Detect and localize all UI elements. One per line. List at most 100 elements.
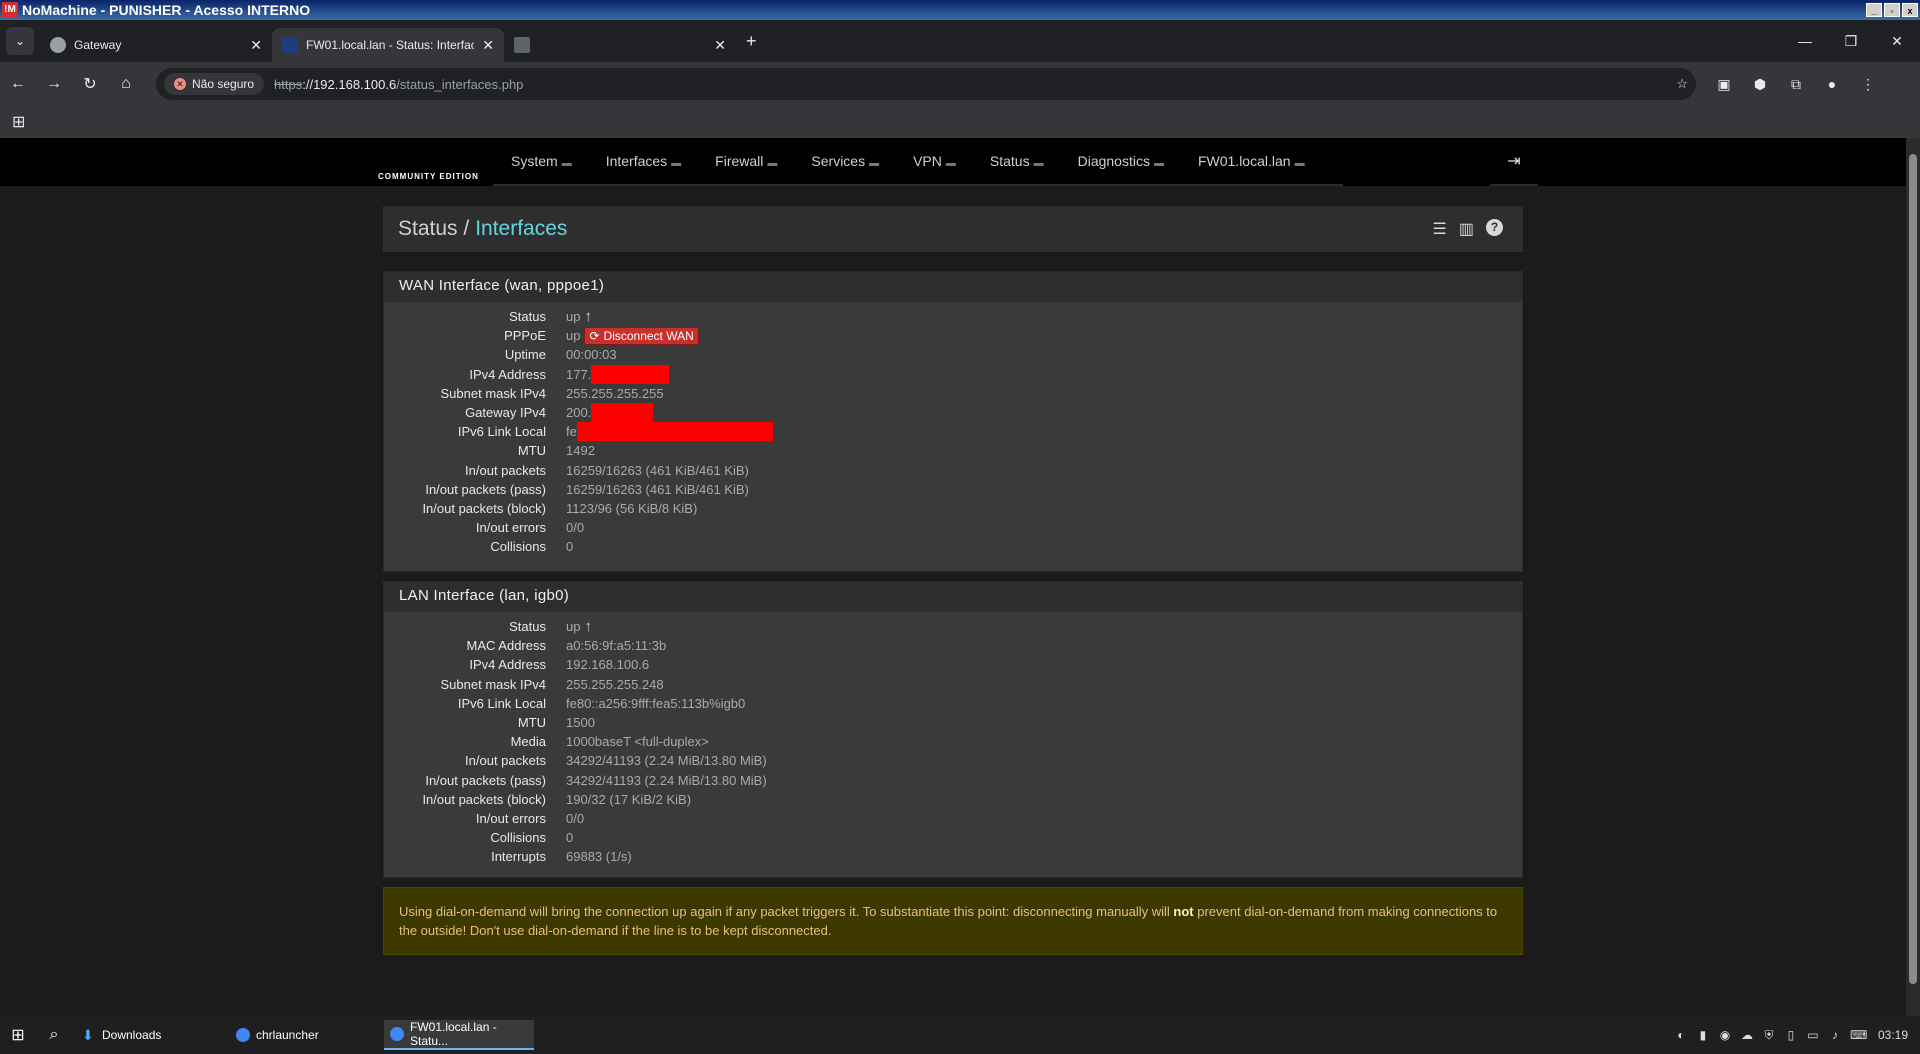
row-label: Status [509,619,546,635]
shield-tray-icon[interactable]: ⛨ [1762,1028,1776,1043]
lan-errors-row: In/out errors 0/0 [384,809,1522,828]
taskbar-clock[interactable]: 03:19 [1878,1028,1908,1042]
menu-diagnostics[interactable]: Diagnostics ▬ [1060,138,1180,184]
nx-restore-button[interactable]: ▫ [1884,3,1900,17]
nomachine-tray-icon[interactable]: ▮ [1696,1028,1710,1042]
wan-status-value: up [566,309,581,325]
windows-start-icon[interactable]: ⊞ [0,1025,36,1045]
wan-ipv4-row: IPv4 Address 177. [384,364,1522,384]
bookmark-star-icon[interactable]: ☆ [1676,76,1688,92]
network-tray-icon[interactable]: ▭ [1806,1028,1820,1042]
scrollbar-thumb[interactable] [1909,154,1917,984]
firefox-tray-icon[interactable]: ◐ [1674,1028,1688,1042]
menu-firewall[interactable]: Firewall ▬ [697,138,793,184]
tab-search-icon[interactable]: ⌄ [6,27,34,55]
taskbar-chrlauncher[interactable]: chrlauncher [230,1020,380,1050]
menu-interfaces[interactable]: Interfaces ▬ [588,138,697,184]
nx-close-button[interactable]: x [1902,3,1918,17]
lan-inout-block-value: 190/32 (17 KiB/2 KiB) [566,791,692,807]
tab-title: Gateway [74,38,122,52]
search-icon[interactable]: ⌕ [36,1026,72,1044]
menu-hostname[interactable]: FW01.local.lan ▬ [1180,138,1321,184]
lan-collisions-value: 0 [566,830,574,846]
lan-mtu-row: MTU 1500 [384,713,1522,732]
back-icon[interactable]: ← [0,75,36,93]
caret-icon: ▬ [1033,158,1044,169]
nx-minimize-button[interactable]: _ [1866,3,1882,17]
row-label: In/out packets (pass) [425,481,546,497]
close-window-icon[interactable]: ✕ [1874,33,1920,50]
forward-icon[interactable]: → [36,75,72,93]
tab-blank[interactable]: ✕ [504,28,736,62]
keyboard-tray-icon[interactable]: ⌨ [1850,1028,1867,1042]
menu-label: System [511,153,558,169]
disconnect-wan-button[interactable]: ⟳ Disconnect WAN [584,326,699,345]
row-label: In/out errors [475,520,546,536]
pfsense-navbar: COMMUNITY EDITION System ▬ Interfaces ▬ Fi… [0,138,1906,186]
breadcrumb-current[interactable]: Interfaces [475,217,567,240]
ublock-icon[interactable]: ⬢ [1744,76,1776,93]
close-tab-icon[interactable]: ✕ [482,37,494,54]
apps-grid-icon[interactable]: ⊞ [12,112,25,132]
wan-ipv4-value: 177. [566,366,592,382]
wan-inout-block-row: In/out packets (block) 1123/96 (56 KiB/8 … [384,499,1522,518]
arrow-up-icon: ↑ [584,618,592,636]
row-label: IPv6 Link Local [457,695,546,711]
close-tab-icon[interactable]: ✕ [714,37,726,54]
caret-icon: ▬ [767,158,778,169]
new-tab-button[interactable]: + [746,31,757,52]
caret-icon: ▬ [945,158,956,169]
row-label: IPv4 Address [469,366,546,382]
reload-icon[interactable]: ↻ [72,74,108,94]
pfsense-brand[interactable]: COMMUNITY EDITION [378,172,479,181]
tab-status-interfaces[interactable]: FW01.local.lan - Status: Interfac ✕ [272,28,504,62]
taskbar-fw01[interactable]: FW01.local.lan - Statu... [384,1020,534,1050]
address-bar[interactable]: ✕ Não seguro https://192.168.100.6/statu… [156,68,1696,100]
pfsense-favicon-icon [282,37,298,53]
row-label: IPv4 Address [469,657,546,673]
warning-text-bold: not [1173,904,1194,919]
row-label: Subnet mask IPv4 [440,676,547,692]
app-tray-icon[interactable]: ◉ [1718,1028,1732,1042]
taskbar-downloads[interactable]: ⬇ Downloads [76,1020,226,1050]
page-scrollbar[interactable] [1906,138,1920,1016]
wan-inout-row: In/out packets 16259/16263 (461 KiB/461 K… [384,461,1522,480]
lan-interrupts-value: 69883 (1/s) [566,849,632,865]
menu-status[interactable]: Status ▬ [972,138,1060,184]
sliders-icon[interactable]: ☰ [1433,219,1447,239]
menu-label: Status [989,153,1030,169]
menu-label: Firewall [715,153,764,169]
bar-chart-icon[interactable]: ▥ [1459,219,1474,239]
menu-label: Diagnostics [1077,153,1150,169]
menu-label: VPN [913,153,942,169]
lan-collisions-row: Collisions 0 [384,828,1522,847]
lan-errors-value: 0/0 [566,810,585,826]
usb-tray-icon[interactable]: ▯ [1784,1028,1798,1042]
menu-services[interactable]: Services ▬ [793,138,895,184]
url-text[interactable]: https://192.168.100.6/status_interfaces.… [274,77,523,92]
help-icon[interactable]: ? [1486,219,1503,236]
extension-badge-icon[interactable]: ▣ [1708,76,1740,93]
chrome-icon [390,1027,404,1041]
wan-inout-pass-row: In/out packets (pass) 16259/16263 (461 Ki… [384,480,1522,499]
menu-kebab-icon[interactable]: ⋮ [1852,76,1884,93]
home-icon[interactable]: ⌂ [108,75,144,93]
row-label: Subnet mask IPv4 [440,385,547,401]
tab-gateway[interactable]: Gateway ✕ [40,28,272,62]
lan-inout-row: In/out packets 34292/41193 (2.24 MiB/13.8… [384,751,1522,770]
lan-mtu-value: 1500 [566,715,595,731]
security-chip[interactable]: ✕ Não seguro [164,73,265,95]
taskbar-app-label: chrlauncher [256,1028,319,1042]
menu-vpn[interactable]: VPN ▬ [895,138,972,184]
minimize-icon[interactable]: — [1782,33,1828,50]
restore-icon[interactable]: ❐ [1828,33,1874,50]
cloud-tray-icon[interactable]: ☁ [1740,1028,1754,1042]
row-label: In/out packets (pass) [425,772,546,788]
logout-icon[interactable]: ⇥ [1490,151,1538,186]
not-secure-icon: ✕ [174,78,186,90]
extensions-puzzle-icon[interactable]: ⧉ [1780,76,1812,93]
menu-system[interactable]: System ▬ [493,138,588,184]
profile-icon[interactable]: ● [1816,76,1848,93]
close-tab-icon[interactable]: ✕ [250,37,262,54]
volume-tray-icon[interactable]: ♪ [1828,1028,1842,1042]
